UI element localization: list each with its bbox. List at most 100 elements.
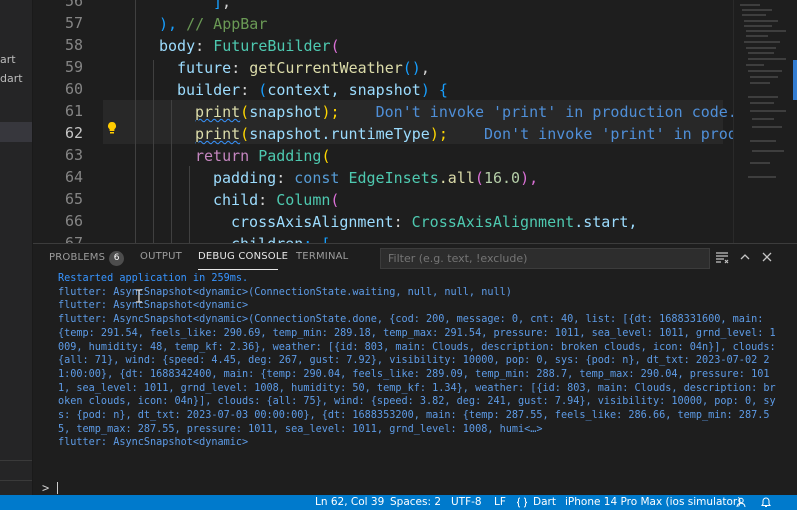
tab-problems[interactable]: PROBLEMS 6: [49, 251, 125, 266]
code-token: :: [231, 59, 250, 77]
status-bar: Ln 62, Col 39 Spaces: 2 UTF-8 LF Dart iP…: [0, 495, 797, 510]
code-comment: // AppBar: [186, 15, 268, 33]
braces-icon[interactable]: [516, 497, 528, 508]
indent-guide: [135, 0, 136, 243]
bottom-panel: PROBLEMS 6 OUTPUT DEBUG CONSOLE TERMINAL …: [33, 243, 797, 495]
code-token: snapshot: [249, 103, 322, 121]
line-number: 61: [64, 102, 83, 120]
line-number: 66: [64, 212, 83, 230]
code-token: (): [402, 59, 421, 77]
code-token: .start,: [574, 213, 638, 231]
code-token: (: [321, 147, 331, 165]
code-token: :: [240, 81, 259, 99]
tab-terminal[interactable]: TERMINAL: [296, 251, 348, 262]
target-device[interactable]: iPhone 14 Pro Max (ios simulator): [565, 496, 741, 508]
console-line: flutter: AsyncSnapshot<dynamic>(Connecti…: [58, 286, 512, 298]
code-line-65: child: Column(: [213, 189, 339, 211]
code-token: 16.0: [483, 169, 521, 187]
code-line-64: padding: const EdgeInsets.all(16.0),: [213, 169, 539, 187]
panel-tabs: PROBLEMS 6 OUTPUT DEBUG CONSOLE TERMINAL: [33, 244, 797, 272]
code-token: return: [195, 147, 250, 165]
explorer-selected-item[interactable]: [0, 122, 32, 142]
console-line: flutter: AsyncSnapshot<dynamic>: [58, 300, 249, 312]
code-token: CrossAxisAlignment: [411, 213, 575, 231]
code-token: builder: [177, 81, 241, 99]
line-number: 67: [64, 234, 83, 243]
code-token: :: [393, 213, 412, 231]
indentation-setting[interactable]: Spaces: 2: [390, 496, 441, 508]
lightbulb-icon[interactable]: [106, 121, 118, 135]
explorer-file-item[interactable]: art: [0, 53, 16, 66]
console-line: flutter: AsyncSnapshot<dynamic>: [58, 437, 249, 449]
minimap[interactable]: [733, 0, 797, 243]
code-token: const: [294, 169, 340, 187]
close-panel-icon[interactable]: [760, 250, 774, 264]
tab-label: PROBLEMS: [49, 252, 106, 263]
minimap-scroll-indicator[interactable]: [793, 60, 797, 100]
code-token: Column: [276, 191, 331, 209]
accounts-icon[interactable]: [736, 497, 748, 508]
code-line-67: children: [: [231, 233, 330, 243]
code-token: EdgeInsets: [348, 169, 439, 187]
code-line-61: print(snapshot); Don't invoke 'print' in…: [195, 101, 737, 123]
clear-console-icon[interactable]: [715, 250, 729, 264]
tab-output[interactable]: OUTPUT: [140, 251, 182, 262]
line-number: 56: [64, 0, 83, 10]
explorer-sidebar: art dart: [0, 0, 33, 495]
end-of-line[interactable]: LF: [494, 496, 506, 508]
code-line-57: ), // AppBar: [159, 13, 267, 35]
code-line-62: print(snapshot.runtimeType); Don't invok…: [195, 123, 753, 145]
code-token: (: [258, 81, 268, 99]
code-token: print: [195, 125, 241, 143]
tab-debug-console[interactable]: DEBUG CONSOLE: [198, 251, 288, 262]
code-line-63: return Padding(: [195, 145, 330, 167]
line-number: 65: [64, 190, 83, 208]
code-editor[interactable]: 56 57 58 59 60 61 62 63 64 65 66 67 ], )…: [33, 0, 797, 243]
code-line-66: crossAxisAlignment: CrossAxisAlignment.s…: [231, 211, 637, 233]
inline-lint-hint: Don't invoke 'print' in production code.: [375, 103, 737, 121]
code-token: future: [177, 59, 232, 77]
code-line-60: builder: (context, snapshot) {: [177, 79, 448, 101]
code-token: :: [195, 37, 214, 55]
inline-lint-hint: Don't invoke 'print' in production code.: [484, 125, 753, 143]
file-encoding[interactable]: UTF-8: [451, 496, 482, 508]
code-token: ),: [520, 169, 539, 187]
console-filter-input[interactable]: [380, 248, 710, 269]
language-mode[interactable]: Dart: [533, 496, 556, 508]
code-line-58: body: FutureBuilder(: [159, 35, 340, 57]
explorer-file-item[interactable]: dart: [0, 72, 23, 85]
problems-count-badge: 6: [109, 251, 125, 266]
code-token: children: [231, 235, 303, 243]
code-content[interactable]: ], ), // AppBar body: FutureBuilder( fut…: [123, 0, 753, 243]
text-caret: [57, 482, 58, 494]
code-token: FutureBuilder: [213, 37, 331, 55]
code-token: getCurrentWeather: [249, 59, 403, 77]
active-tab-indicator: [198, 269, 278, 270]
code-token: crossAxisAlignment: [231, 213, 394, 231]
code-token: (: [330, 37, 340, 55]
code-token: context, snapshot: [267, 81, 421, 99]
indent-guide: [189, 166, 190, 243]
code-token: : [: [303, 235, 330, 243]
console-input-row[interactable]: >: [33, 480, 797, 496]
code-token: print: [195, 103, 241, 121]
line-number: 64: [64, 168, 83, 186]
code-token: child: [213, 191, 259, 209]
notifications-bell-icon[interactable]: [760, 497, 772, 508]
indent-guide: [171, 100, 172, 243]
indent-guide: [153, 60, 154, 243]
line-number: 59: [64, 58, 83, 76]
sidebar-divider: [0, 480, 32, 481]
cursor-position[interactable]: Ln 62, Col 39: [315, 496, 384, 508]
debug-console-output[interactable]: Restarted application in 259ms. flutter:…: [58, 272, 778, 477]
line-number: 63: [64, 146, 83, 164]
sidebar-divider: [0, 460, 32, 461]
maximize-panel-icon[interactable]: [738, 250, 752, 264]
code-token: snapshot.runtimeType: [249, 125, 430, 143]
console-prompt-chevron-icon: >: [42, 481, 50, 495]
line-number: 60: [64, 80, 83, 98]
code-token: ),: [159, 15, 187, 33]
code-token: (: [240, 103, 250, 121]
mouse-ibeam-cursor-icon: [136, 289, 142, 303]
line-number-active: 62: [64, 124, 83, 142]
